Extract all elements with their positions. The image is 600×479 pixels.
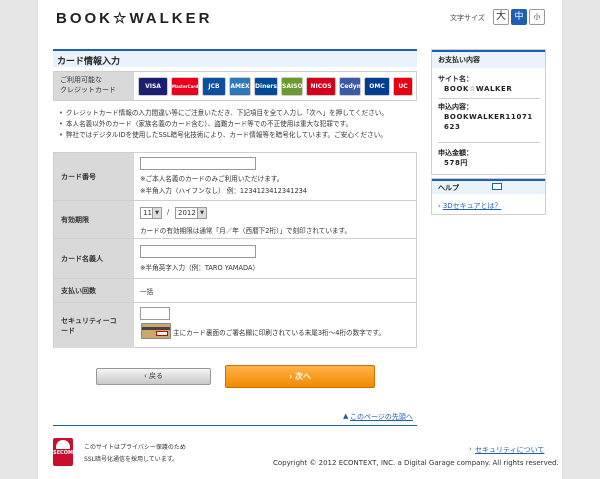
font-size-small-button[interactable]: 小 xyxy=(529,9,545,25)
site-name-item: サイト名： BOOK☆WALKER xyxy=(438,75,513,93)
card-logo-visa: VISA xyxy=(138,77,168,96)
expiry-label: 有効期限 xyxy=(54,201,134,238)
security-code-row: セキュリティーコ ード 主にカード裏面のご署名欄に印刷されている末尾3桁〜4桁の数… xyxy=(54,303,416,348)
order-item: 申込内容： BOOKWALKER11071623 xyxy=(438,103,533,131)
accepted-cards-row: ご利用可能な クレジットカード VISA MasterCard JCB AMEX Din… xyxy=(53,71,417,101)
card-logo-amex: AMEX xyxy=(229,77,251,96)
window-icon xyxy=(492,183,502,190)
holder-note: ※半角英字入力（例：TARO YAMADA） xyxy=(140,264,260,272)
help-panel: ヘルプ › 3Dセキュアとは？ xyxy=(431,178,546,215)
instruction-item: クレジットカード情報の入力間違い等にご注意いただき、下記項目を全て入力し「次へ」… xyxy=(59,108,419,119)
expiry-row: 有効期限 11 ▼ / 2012 ▼ カードの有効期限は通常「月／年（西暦下2桁）」… xyxy=(54,201,416,239)
amount-item: 申込金額： 578円 xyxy=(438,149,473,167)
card-logo-saison: SAISON xyxy=(281,77,308,96)
payment-summary-title: お支払い内容 xyxy=(432,50,545,68)
secom-seal[interactable]: SECOM xyxy=(53,438,73,466)
card-logo-diners: Diners xyxy=(254,77,278,96)
next-button[interactable]: › 次へ xyxy=(225,365,375,388)
card-number-format-note: ※半角入力（ハイフンなし） 例：1234123412341234 xyxy=(140,187,308,195)
card-logo-omc: OMC xyxy=(364,77,390,96)
card-number-row: カード番号 ※ご本人名義のカードのみご利用いただけます。 ※半角入力（ハイフンな… xyxy=(54,153,416,201)
card-holder-input[interactable] xyxy=(140,245,256,258)
card-back-icon xyxy=(141,323,171,339)
page-title: カード情報入力 xyxy=(53,49,417,67)
expiry-note: カードの有効期限は通常「月／年（西暦下2桁）」で刻印されています。 xyxy=(140,227,352,235)
instruction-item: 本人名義以外のカード（家族名義のカード含む）、盗難カード等での不正使用は重大な犯… xyxy=(59,119,419,130)
card-form: カード番号 ※ご本人名義のカードのみご利用いただけます。 ※半角入力（ハイフンな… xyxy=(53,152,417,348)
card-logo-uc: UC xyxy=(393,77,413,96)
payment-summary-panel: お支払い内容 サイト名： BOOK☆WALKER 申込内容： BOOKWALKE… xyxy=(431,49,546,175)
back-button[interactable]: ‹ 戻る xyxy=(96,368,211,385)
security-code-note: 主にカード裏面のご署名欄に印刷されている末尾3桁〜4桁の数字です。 xyxy=(173,329,385,337)
page-container: BOOK☆WALKER 文字サイズ 大 中 小 カード情報入力 ご利用可能な ク… xyxy=(38,0,562,479)
divider xyxy=(53,425,417,426)
font-size-medium-button[interactable]: 中 xyxy=(511,9,527,25)
arrow-icon: › xyxy=(438,202,441,210)
up-arrow-icon: ▲ xyxy=(343,412,349,420)
security-link[interactable]: セキュリティについて xyxy=(475,445,544,455)
holder-row: カード名義人 ※半角英字入力（例：TARO YAMADA） xyxy=(54,239,416,279)
card-logo-mastercard: MasterCard xyxy=(171,77,199,96)
security-code-label: セキュリティーコ ード xyxy=(54,303,134,348)
security-code-input[interactable] xyxy=(140,307,170,320)
help-title: ヘルプ xyxy=(432,179,545,194)
copyright: Copyright © 2012 ECONTEXT, INC. a Digita… xyxy=(273,459,559,467)
expiry-year-select[interactable]: 2012 ▼ xyxy=(175,207,207,219)
privacy-note: このサイトはプライバシー保護のため SSL暗号化通信を採用しています。 xyxy=(84,444,186,463)
chevron-down-icon: ▼ xyxy=(152,208,161,218)
bookwalker-logo: BOOK☆WALKER xyxy=(56,10,213,27)
card-number-note: ※ご本人名義のカードのみご利用いただけます。 xyxy=(140,175,284,183)
instructions: クレジットカード情報の入力間違い等にご注意いただき、下記項目を全て入力し「次へ」… xyxy=(59,108,419,141)
card-number-label: カード番号 xyxy=(54,153,134,200)
chevron-down-icon: ▼ xyxy=(197,208,206,218)
3d-secure-link[interactable]: › 3Dセキュアとは？ xyxy=(438,201,501,211)
card-logo-nicos: NICOS xyxy=(306,77,336,96)
card-number-input[interactable] xyxy=(140,157,256,170)
font-size-label: 文字サイズ xyxy=(450,14,485,22)
accepted-cards-label: ご利用可能な クレジットカード xyxy=(54,72,134,100)
arrow-icon: › xyxy=(469,445,472,453)
expiry-separator: / xyxy=(167,208,170,216)
font-size-large-button[interactable]: 大 xyxy=(493,9,509,25)
payment-value: 一括 xyxy=(140,288,154,296)
instruction-item: 弊社ではデジタルIDを使用したSSL暗号化技術により、カード情報等を暗号化してい… xyxy=(59,130,419,141)
payment-label: 支払い回数 xyxy=(54,279,134,302)
card-logo-cedyna: Cedyna xyxy=(339,77,365,96)
card-logo-jcb: JCB xyxy=(202,77,226,96)
expiry-month-select[interactable]: 11 ▼ xyxy=(140,207,162,219)
payment-row: 支払い回数 一括 xyxy=(54,279,416,303)
page-top-link[interactable]: このページの先頭へ xyxy=(350,412,413,422)
holder-label: カード名義人 xyxy=(54,239,134,278)
